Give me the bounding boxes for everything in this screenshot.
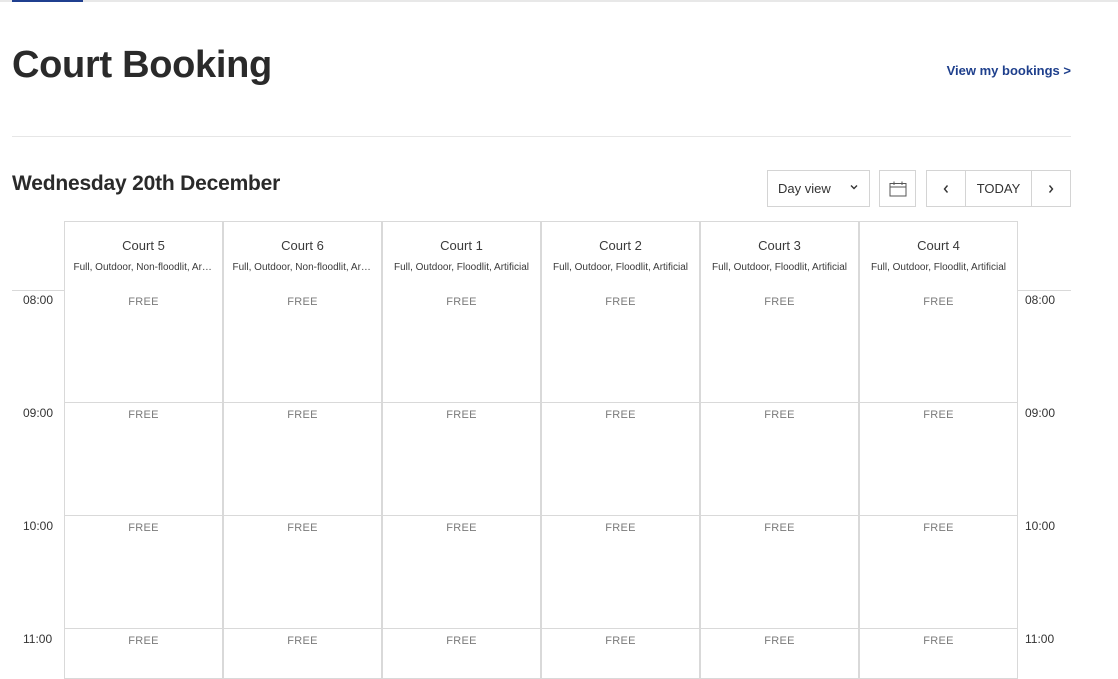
booking-slot[interactable]: FREE	[859, 516, 1018, 629]
slot-status: FREE	[287, 296, 318, 308]
booking-slot[interactable]: FREE	[541, 403, 700, 516]
previous-day-button[interactable]	[927, 171, 965, 206]
slot-status: FREE	[764, 409, 795, 421]
booking-slot[interactable]: FREE	[382, 629, 541, 679]
booking-slot[interactable]: FREE	[223, 403, 382, 516]
court-header: Court 4 Full, Outdoor, Floodlit, Artifici…	[859, 221, 1018, 291]
slot-status: FREE	[923, 409, 954, 421]
booking-slot[interactable]: FREE	[64, 629, 223, 679]
slot-status: FREE	[605, 409, 636, 421]
slot-status: FREE	[128, 296, 159, 308]
slot-status: FREE	[287, 409, 318, 421]
chevron-left-icon	[943, 184, 949, 193]
booking-slot[interactable]: FREE	[700, 290, 859, 403]
booking-slot[interactable]: FREE	[859, 290, 1018, 403]
booking-slot[interactable]: FREE	[382, 290, 541, 403]
slot-status: FREE	[923, 296, 954, 308]
slot-status: FREE	[446, 409, 477, 421]
court-description: Full, Outdoor, Non-floodlit, Artificial	[73, 262, 214, 273]
booking-slot[interactable]: FREE	[64, 516, 223, 629]
court-header: Court 5 Full, Outdoor, Non-floodlit, Arti…	[64, 221, 223, 291]
slot-status: FREE	[287, 635, 318, 647]
slot-status: FREE	[128, 635, 159, 647]
booking-slot[interactable]: FREE	[859, 403, 1018, 516]
booking-slot[interactable]: FREE	[223, 290, 382, 403]
slot-status: FREE	[923, 522, 954, 534]
court-name: Court 6	[281, 238, 324, 253]
booking-slot[interactable]: FREE	[382, 516, 541, 629]
court-name: Court 4	[917, 238, 960, 253]
slot-status: FREE	[764, 296, 795, 308]
court-description: Full, Outdoor, Floodlit, Artificial	[870, 262, 1007, 273]
court-header: Court 1 Full, Outdoor, Floodlit, Artifici…	[382, 221, 541, 291]
date-heading: Wednesday 20th December	[12, 172, 281, 195]
court-description: Full, Outdoor, Floodlit, Artificial	[711, 262, 848, 273]
time-label-left: 08:00	[23, 293, 54, 307]
time-label-left: 09:00	[23, 406, 54, 420]
top-nav-active-indicator	[12, 0, 83, 2]
time-label-right: 09:00	[1025, 406, 1056, 420]
court-description: Full, Outdoor, Floodlit, Artificial	[552, 262, 689, 273]
court-name: Court 1	[440, 238, 483, 253]
court-header: Court 2 Full, Outdoor, Floodlit, Artifici…	[541, 221, 700, 291]
court-header: Court 6 Full, Outdoor, Non-floodlit, Arti…	[223, 221, 382, 291]
time-label-right: 10:00	[1025, 519, 1056, 533]
time-label-left: 10:00	[23, 519, 54, 533]
slot-status: FREE	[764, 522, 795, 534]
time-label-right: 11:00	[1025, 632, 1055, 646]
booking-slot[interactable]: FREE	[700, 629, 859, 679]
slot-status: FREE	[128, 522, 159, 534]
slot-status: FREE	[923, 635, 954, 647]
court-name: Court 3	[758, 238, 801, 253]
view-select-value: Day view	[778, 181, 831, 196]
slot-status: FREE	[446, 296, 477, 308]
today-button[interactable]: TODAY	[965, 171, 1032, 206]
slot-status: FREE	[605, 296, 636, 308]
slot-status: FREE	[605, 635, 636, 647]
booking-slot[interactable]: FREE	[700, 403, 859, 516]
court-name: Court 2	[599, 238, 642, 253]
date-navigation: TODAY	[926, 170, 1071, 207]
chevron-right-icon	[1048, 184, 1054, 193]
slot-status: FREE	[446, 522, 477, 534]
page-title: Court Booking	[12, 44, 272, 86]
booking-slot[interactable]: FREE	[541, 290, 700, 403]
court-name: Court 5	[122, 238, 165, 253]
next-day-button[interactable]	[1032, 171, 1070, 206]
slot-status: FREE	[446, 635, 477, 647]
time-label-left: 11:00	[23, 632, 53, 646]
booking-slot[interactable]: FREE	[700, 516, 859, 629]
top-nav-bar	[0, 0, 1118, 2]
calendar-icon	[889, 181, 906, 196]
court-header: Court 3 Full, Outdoor, Floodlit, Artifici…	[700, 221, 859, 291]
booking-slot[interactable]: FREE	[223, 516, 382, 629]
slot-status: FREE	[764, 635, 795, 647]
header-divider	[12, 136, 1071, 137]
court-description: Full, Outdoor, Floodlit, Artificial	[393, 262, 530, 273]
booking-slot[interactable]: FREE	[382, 403, 541, 516]
booking-slot[interactable]: FREE	[541, 516, 700, 629]
calendar-button[interactable]	[879, 170, 916, 207]
booking-slot[interactable]: FREE	[223, 629, 382, 679]
booking-slot[interactable]: FREE	[859, 629, 1018, 679]
time-label-right: 08:00	[1025, 293, 1056, 307]
court-description: Full, Outdoor, Non-floodlit, Artificial	[232, 262, 373, 273]
booking-slot[interactable]: FREE	[64, 290, 223, 403]
slot-status: FREE	[287, 522, 318, 534]
booking-slot[interactable]: FREE	[541, 629, 700, 679]
slot-status: FREE	[605, 522, 636, 534]
slot-status: FREE	[128, 409, 159, 421]
view-my-bookings-link[interactable]: View my bookings >	[947, 63, 1071, 78]
chevron-down-icon	[850, 185, 858, 190]
booking-slot[interactable]: FREE	[64, 403, 223, 516]
view-select[interactable]: Day view	[767, 170, 870, 207]
